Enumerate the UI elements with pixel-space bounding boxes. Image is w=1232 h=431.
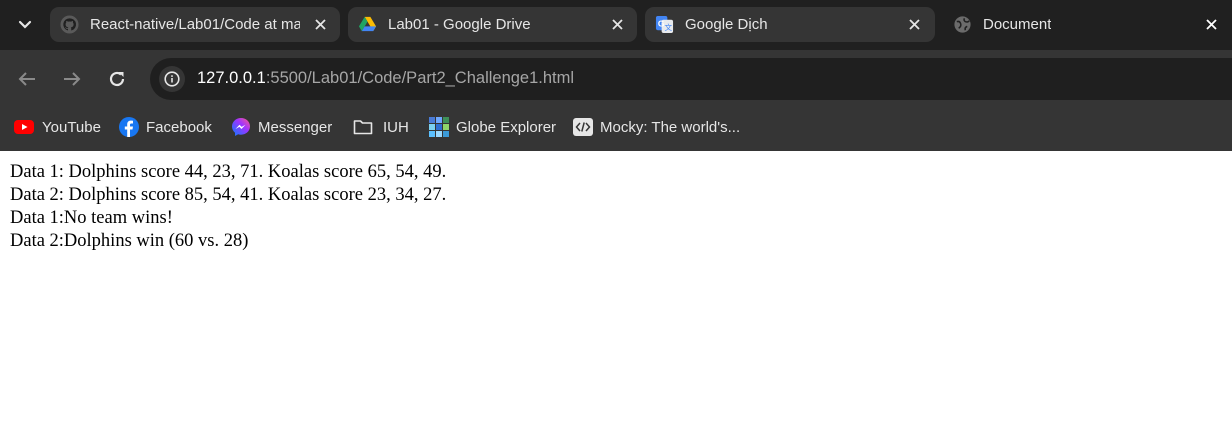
tab-title: Lab01 - Google Drive	[388, 16, 531, 33]
info-icon	[164, 71, 180, 87]
chevron-down-icon	[18, 20, 32, 29]
bookmark-youtube[interactable]: YouTube	[14, 116, 101, 138]
close-icon[interactable]	[905, 15, 924, 34]
tab-github[interactable]: React-native/Lab01/Code at ma	[50, 7, 340, 42]
mocky-icon	[573, 117, 593, 137]
google-drive-icon	[358, 16, 377, 32]
bookmark-facebook[interactable]: Facebook	[119, 116, 212, 138]
close-icon[interactable]	[608, 15, 627, 34]
globe-icon	[954, 16, 971, 33]
output-line: Data 2: Dolphins score 85, 54, 41. Koala…	[10, 185, 447, 205]
reload-button[interactable]	[105, 67, 129, 91]
youtube-icon	[14, 117, 34, 137]
tab-title: Google Dịch	[685, 16, 768, 33]
tab-search-button[interactable]	[8, 8, 42, 42]
folder-icon	[353, 117, 373, 137]
tab-google-translate[interactable]: G文 Google Dịch	[645, 7, 935, 42]
google-translate-icon: G文	[655, 15, 674, 34]
back-button[interactable]	[15, 67, 39, 91]
arrow-right-icon	[64, 72, 81, 86]
bookmarks-bar: YouTube Facebook Messenger IUH Globe Exp…	[0, 108, 1232, 144]
output-line: Data 1:No team wins!	[10, 208, 173, 228]
bookmark-label: YouTube	[42, 118, 101, 136]
tab-strip: React-native/Lab01/Code at ma Lab01 - Go…	[0, 0, 1232, 50]
output-line: Data 1: Dolphins score 44, 23, 71. Koala…	[10, 162, 447, 182]
close-icon[interactable]	[1202, 15, 1221, 34]
bookmark-label: Messenger	[258, 118, 333, 136]
tab-google-drive[interactable]: Lab01 - Google Drive	[348, 7, 637, 42]
tab-title: Document	[983, 16, 1052, 33]
arrow-left-icon	[18, 72, 35, 86]
globe-explorer-icon	[429, 117, 449, 137]
bookmark-mocky[interactable]: Mocky: The world's...	[573, 116, 740, 138]
page-content: Data 1: Dolphins score 44, 23, 71. Koala…	[0, 151, 1232, 431]
bookmark-folder-iuh[interactable]: IUH	[353, 116, 409, 138]
github-icon	[60, 15, 79, 34]
tab-title: React-native/Lab01/Code at ma	[90, 16, 300, 33]
reload-icon	[109, 71, 125, 87]
bookmark-globe-explorer[interactable]: Globe Explorer	[429, 116, 556, 138]
bookmark-label: Facebook	[146, 118, 212, 136]
messenger-icon	[231, 117, 251, 137]
forward-button[interactable]	[60, 67, 84, 91]
address-bar[interactable]: 127.0.0.1:5500/Lab01/Code/Part2_Challeng…	[150, 58, 1232, 100]
tab-document[interactable]: Document	[943, 7, 1232, 42]
close-icon[interactable]	[311, 15, 330, 34]
toolbar: 127.0.0.1:5500/Lab01/Code/Part2_Challeng…	[0, 50, 1232, 108]
bookmark-messenger[interactable]: Messenger	[231, 116, 332, 138]
site-info-button[interactable]	[159, 66, 185, 92]
url-host: 127.0.0.1	[197, 69, 266, 87]
url-path: :5500/Lab01/Code/Part2_Challenge1.html	[265, 69, 575, 87]
bookmark-label: Mocky: The world's...	[600, 118, 741, 136]
bookmark-label: Globe Explorer	[456, 118, 557, 136]
facebook-icon	[119, 117, 139, 137]
bookmark-label: IUH	[383, 118, 409, 136]
svg-text:文: 文	[665, 22, 673, 32]
browser-chrome: React-native/Lab01/Code at ma Lab01 - Go…	[0, 0, 1232, 151]
output-line: Data 2:Dolphins win (60 vs. 28)	[10, 231, 249, 251]
url-text[interactable]: 127.0.0.1:5500/Lab01/Code/Part2_Challeng…	[197, 69, 574, 88]
